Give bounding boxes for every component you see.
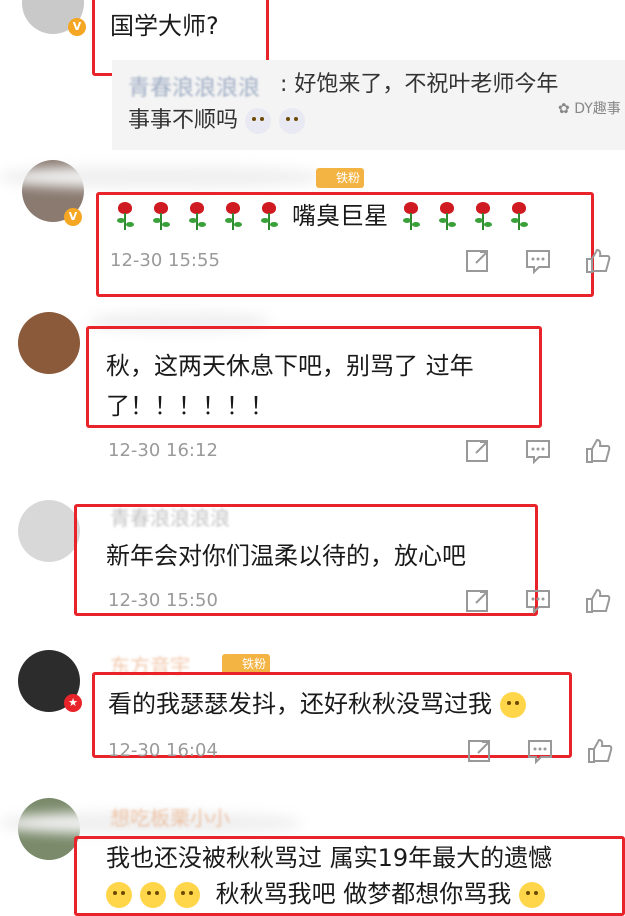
comment-text-line-2: 秋秋骂我吧 做梦都想你骂我 <box>106 874 553 914</box>
rose-emoji <box>506 202 532 232</box>
flushed-emoji <box>106 882 132 908</box>
avatar[interactable] <box>18 312 80 374</box>
fan-badge: 铁粉 <box>222 654 271 674</box>
share-icon[interactable] <box>464 438 492 464</box>
rose-emoji <box>112 202 138 232</box>
like-icon[interactable] <box>584 438 612 464</box>
comment-icon[interactable] <box>524 588 552 614</box>
v-badge-icon: V <box>64 208 82 226</box>
rose-emoji <box>470 202 496 232</box>
comment-text-line-1: 秋，这两天休息下吧，别骂了 过年 <box>106 352 474 380</box>
rose-emoji <box>148 202 174 232</box>
v-badge-icon: ★ <box>64 694 82 712</box>
quote-text: 事事不顺吗 <box>128 108 239 133</box>
blurred-username <box>0 166 320 188</box>
comment-text-line-2: 了！！！！！！ <box>106 392 274 420</box>
comment-text: 国学大师? <box>110 12 219 40</box>
rose-emoji <box>256 202 282 232</box>
timestamp: 12-30 15:55 <box>110 250 220 271</box>
fan-badge: 铁粉 <box>316 168 365 188</box>
quote-text-line-2: 事事不顺吗 <box>128 104 313 138</box>
v-badge-icon: V <box>68 18 86 36</box>
comment-text: 看的我瑟瑟发抖，还好秋秋没骂过我 <box>108 684 534 724</box>
comment-icon[interactable] <box>524 248 552 274</box>
quote-text-line-1: : 好饱来了，不祝叶老师今年 <box>280 72 559 97</box>
like-icon[interactable] <box>584 248 612 274</box>
comment-icon[interactable] <box>524 438 552 464</box>
comment-text-body: 看的我瑟瑟发抖，还好秋秋没骂过我 <box>108 690 492 718</box>
flushed-emoji <box>174 882 200 908</box>
like-icon[interactable] <box>584 588 612 614</box>
comment-text-middle: 嘴臭巨星 <box>292 202 388 230</box>
timestamp: 12-30 15:50 <box>108 590 218 611</box>
quote-author[interactable]: 青春浪浪浪浪 <box>128 70 260 102</box>
comment-text: 嘴臭巨星 <box>112 196 542 236</box>
avatar[interactable] <box>18 500 80 562</box>
rose-emoji <box>220 202 246 232</box>
rose-emoji <box>184 202 210 232</box>
share-icon[interactable] <box>466 738 494 764</box>
comment-text-body: 秋秋骂我吧 做梦都想你骂我 <box>215 880 512 908</box>
share-icon[interactable] <box>464 588 492 614</box>
comment-text-line-1: 我也还没被秋秋骂过 属实19年最大的遗憾 <box>106 844 553 872</box>
rose-emoji <box>434 202 460 232</box>
comment-text: 新年会对你们温柔以待的，放心吧 <box>106 542 466 570</box>
watermark: ✿ DY趣事 <box>558 101 621 117</box>
rose-emoji <box>398 202 424 232</box>
timestamp: 12-30 16:12 <box>108 440 218 461</box>
share-icon[interactable] <box>464 248 492 274</box>
like-icon[interactable] <box>586 738 614 764</box>
username[interactable]: 想吃板栗小小 <box>110 802 230 831</box>
flushed-emoji <box>140 882 166 908</box>
comment-icon[interactable] <box>526 738 554 764</box>
timestamp: 12-30 16:04 <box>108 740 218 761</box>
laugh-emoji <box>518 882 545 908</box>
laugh-emoji <box>499 692 526 718</box>
scared-emoji <box>279 108 306 134</box>
scared-emoji <box>245 108 272 134</box>
